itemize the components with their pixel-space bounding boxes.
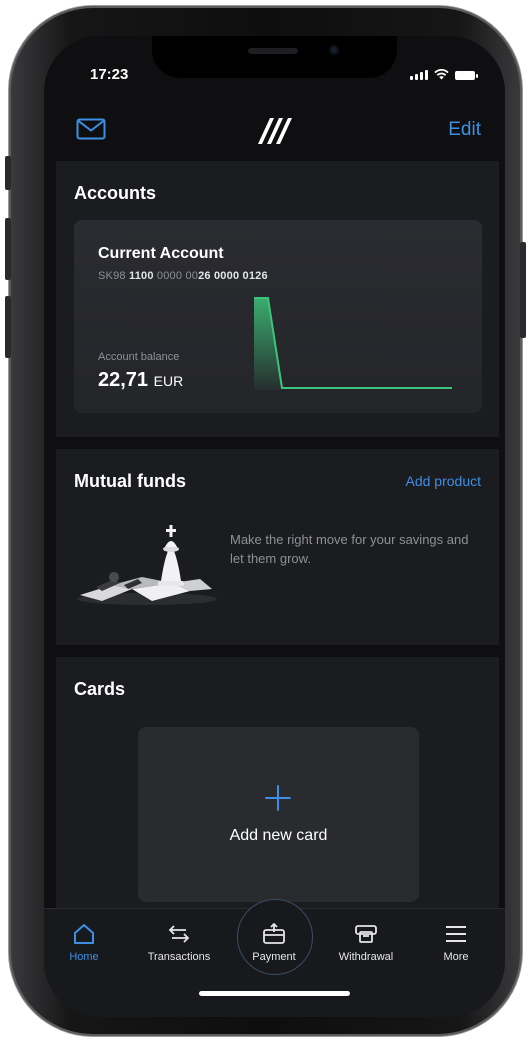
tab-transactions[interactable]: Transactions: [139, 909, 219, 969]
tab-more[interactable]: More: [416, 909, 496, 969]
bottom-tab-bar: Home Transactions Payment Withdrawal Mor…: [44, 899, 505, 1017]
volume-up-button: [5, 218, 11, 280]
front-camera: [329, 45, 339, 55]
edit-button[interactable]: Edit: [448, 119, 481, 141]
phone-frame: 17:23 Edit Accounts Current Account SK98…: [5, 6, 526, 1036]
account-name: Current Account: [98, 245, 224, 262]
battery-icon: [455, 71, 478, 80]
tab-withdrawal-label: Withdrawal: [338, 951, 394, 963]
add-product-link[interactable]: Add product: [406, 473, 482, 489]
chess-illustration: [77, 525, 217, 605]
bank-logo: [258, 118, 292, 144]
tab-payment[interactable]: Payment: [234, 909, 314, 969]
add-new-card-label: Add new card: [229, 827, 328, 844]
signal-icon: [410, 70, 428, 80]
balance-label: Account balance: [98, 351, 180, 363]
tab-more-label: More: [443, 951, 469, 963]
current-account-card[interactable]: Current Account SK98 1100 0000 0026 0000…: [74, 220, 482, 413]
cards-title: Cards: [74, 679, 126, 699]
tab-withdrawal[interactable]: Withdrawal: [326, 909, 406, 969]
home-icon: [74, 924, 94, 944]
mutual-funds-section: Mutual funds Add product Make the right …: [56, 449, 499, 645]
tab-payment-label: Payment: [252, 951, 296, 963]
tab-transactions-label: Transactions: [147, 951, 211, 963]
status-time: 17:23: [90, 66, 129, 83]
mail-icon[interactable]: [76, 118, 106, 140]
account-iban: SK98 1100 0000 0026 0000 0126: [98, 270, 268, 282]
app-screen: 17:23 Edit Accounts Current Account SK98…: [44, 36, 505, 1017]
payment-icon: [263, 923, 285, 944]
balance-value: 22,71 EUR: [98, 369, 184, 391]
accounts-section: Accounts Current Account SK98 1100 0000 …: [56, 161, 499, 437]
power-button: [520, 242, 526, 338]
speaker: [248, 48, 298, 54]
accounts-title: Accounts: [74, 183, 157, 203]
add-new-card-button[interactable]: Add new card: [138, 727, 419, 902]
tab-home[interactable]: Home: [44, 909, 124, 969]
mutual-funds-title: Mutual funds: [74, 471, 186, 491]
volume-down-button: [5, 296, 11, 358]
wifi-icon: [434, 69, 449, 80]
tab-home-label: Home: [69, 951, 99, 963]
mutual-funds-description: Make the right move for your savings and…: [230, 532, 469, 566]
cards-section: Cards Add new card: [56, 657, 499, 917]
menu-icon: [446, 926, 466, 942]
home-indicator[interactable]: [199, 991, 350, 996]
plus-icon: [265, 785, 291, 811]
notch: [152, 36, 397, 78]
top-bar: Edit: [44, 106, 505, 156]
atm-icon: [355, 925, 377, 943]
transfer-arrows-icon: [168, 925, 190, 943]
balance-chart: [254, 297, 452, 390]
status-icons: [410, 69, 478, 80]
mute-switch: [5, 156, 11, 190]
